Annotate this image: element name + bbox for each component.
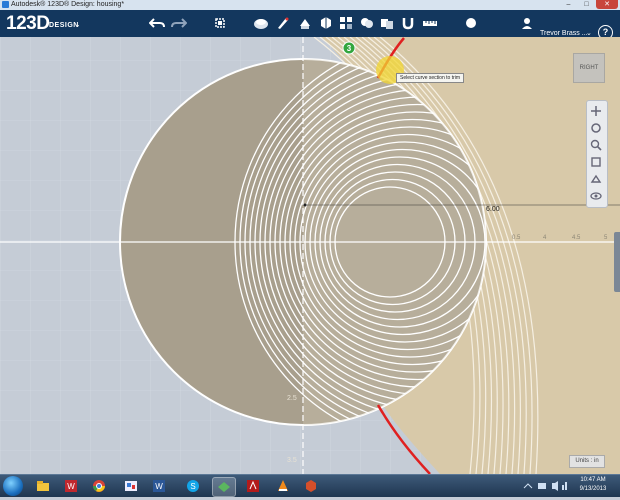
- clock-date[interactable]: 9/13/2013: [573, 486, 613, 492]
- axis-label: 2.5: [287, 395, 297, 402]
- units-selector[interactable]: Units : in: [569, 455, 605, 468]
- acrobat-icon[interactable]: [242, 477, 264, 495]
- construct-icon[interactable]: [296, 14, 314, 32]
- svg-text:S: S: [190, 482, 195, 491]
- main-toolbar: 123D DESIGN ⌄ Trevor Brass ... ⌄ ?: [0, 10, 620, 40]
- svg-text:W: W: [155, 482, 163, 491]
- taskbar: W W S 10:47 AM 9/13/2013: [0, 474, 620, 497]
- explorer-icon[interactable]: [32, 477, 54, 495]
- measure-icon[interactable]: [421, 14, 439, 32]
- transform-icon[interactable]: [211, 14, 229, 32]
- maximize-button[interactable]: □: [578, 0, 595, 9]
- sketchup-icon[interactable]: [300, 477, 322, 495]
- user-name[interactable]: Trevor Brass ...: [540, 30, 588, 37]
- clock-time[interactable]: 10:47 AM: [573, 477, 613, 483]
- start-button[interactable]: [3, 476, 23, 496]
- avatar[interactable]: [518, 14, 536, 32]
- axis-label: 0.5: [512, 235, 521, 241]
- redo-icon[interactable]: [170, 14, 188, 32]
- visibility-icon[interactable]: [590, 190, 604, 204]
- minimize-button[interactable]: –: [560, 0, 577, 9]
- center-point: [303, 203, 307, 207]
- window-title: Autodesk® 123D® Design: housing*: [11, 1, 125, 8]
- combine-icon[interactable]: [378, 14, 396, 32]
- user-menu-chevron-icon[interactable]: ⌄: [586, 29, 592, 37]
- app-icon: [2, 1, 9, 8]
- pan-icon[interactable]: [590, 105, 604, 119]
- axis-label: 4.5: [572, 235, 581, 241]
- paint-icon[interactable]: [120, 477, 142, 495]
- trim-tooltip: Select curve section to trim: [396, 73, 465, 83]
- app-menu-chevron-icon[interactable]: ⌄: [74, 20, 81, 29]
- group-icon[interactable]: [358, 14, 376, 32]
- undo-icon[interactable]: [148, 14, 166, 32]
- viewcube[interactable]: RIGHT: [573, 53, 605, 83]
- perspective-icon[interactable]: [590, 173, 604, 187]
- app-logo[interactable]: 123D: [6, 14, 50, 34]
- modify-icon[interactable]: [317, 14, 335, 32]
- sketch-icon[interactable]: [274, 14, 292, 32]
- system-tray[interactable]: [520, 477, 570, 495]
- step-badge-label: 3: [347, 44, 352, 53]
- 123d-icon[interactable]: [212, 477, 236, 497]
- orbit-icon[interactable]: [590, 122, 604, 136]
- primitives-icon[interactable]: [252, 14, 270, 32]
- word-icon[interactable]: W: [148, 477, 170, 495]
- fit-icon[interactable]: [590, 156, 604, 170]
- vlc-icon[interactable]: [272, 477, 294, 495]
- side-panel-tab[interactable]: [614, 232, 620, 292]
- close-button[interactable]: ✕: [596, 0, 618, 9]
- viewport-canvas[interactable]: 3 0.5 4 4.5 5 2.5 3.5 Select curve secti…: [0, 37, 620, 474]
- axis-label: 3.5: [287, 457, 297, 464]
- skype-icon[interactable]: S: [182, 477, 204, 495]
- pattern-icon[interactable]: [337, 14, 355, 32]
- svg-text:W: W: [67, 482, 75, 491]
- autodesk-icon[interactable]: W: [60, 477, 82, 495]
- material-icon[interactable]: [462, 14, 480, 32]
- navigation-bar: [586, 100, 608, 208]
- dimension-value[interactable]: 6.00: [486, 206, 500, 213]
- snap-icon[interactable]: [399, 14, 417, 32]
- chrome-icon[interactable]: [88, 477, 110, 495]
- zoom-icon[interactable]: [590, 139, 604, 153]
- workspace-drawing[interactable]: 3 0.5 4 4.5 5 2.5 3.5: [0, 37, 620, 474]
